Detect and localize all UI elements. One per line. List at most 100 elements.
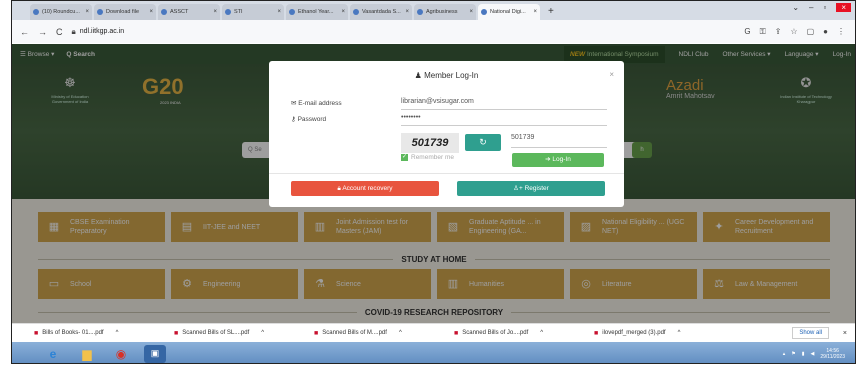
browser-tab[interactable]: (10) Roundcu... ×: [30, 4, 92, 20]
tab-search-icon[interactable]: ⌄: [792, 3, 799, 12]
tab-title: Agribusiness: [426, 9, 458, 15]
forward-icon[interactable]: →: [38, 27, 47, 37]
maximize-icon[interactable]: ▫: [823, 3, 826, 12]
chevron-up-icon[interactable]: ^: [399, 330, 402, 336]
browser-tab[interactable]: Ethanol Year... ×: [286, 4, 348, 20]
modal-divider: [269, 173, 624, 174]
tab-close-icon[interactable]: ×: [85, 9, 89, 15]
download-item[interactable]: ■ Bills of Books- 01....pdf ^: [34, 330, 174, 337]
tab-title: (10) Roundcu...: [42, 9, 80, 15]
download-item[interactable]: ■ Scanned Bills of SL....pdf ^: [174, 330, 314, 337]
chevron-up-icon[interactable]: ^: [261, 330, 264, 336]
back-icon[interactable]: ←: [20, 27, 29, 37]
modal-close-icon[interactable]: ×: [609, 70, 614, 79]
chevron-up-icon[interactable]: ^: [540, 330, 543, 336]
captcha-image: 501739: [401, 133, 459, 153]
show-all-button[interactable]: Show all: [792, 327, 829, 339]
browser-tab[interactable]: Agribusiness ×: [414, 4, 476, 20]
new-tab-icon[interactable]: +: [548, 4, 554, 20]
bookmark-star-icon[interactable]: ☆: [790, 27, 797, 37]
tab-favicon-icon: [225, 9, 231, 15]
network-icon[interactable]: ▮: [802, 351, 805, 357]
system-tray: ▴ ⚑ ▮ ◀ 14:56 29/11/2023: [783, 348, 845, 360]
downloads-bar: ■ Bills of Books- 01....pdf ^ ■ Scanned Bil…: [12, 323, 855, 342]
remember-me-checkbox[interactable]: ✓ Remember me: [401, 154, 454, 161]
tab-close-icon[interactable]: ×: [213, 9, 217, 15]
pdf-icon: ■: [454, 329, 459, 337]
download-filename: Scanned Bills of Jo....pdf: [462, 330, 529, 336]
chrome-icon[interactable]: ◉: [110, 345, 132, 363]
tab-close-icon[interactable]: ×: [149, 9, 153, 15]
checkbox-checked-icon: ✓: [401, 154, 408, 161]
volume-icon[interactable]: ◀: [810, 351, 814, 357]
pdf-icon: ■: [34, 329, 39, 337]
taskbar: e ▆ ◉ ▣ ▴ ⚑ ▮ ◀ 14:56 29/11/2023: [12, 342, 855, 363]
add-user-icon: ♙+: [513, 185, 523, 192]
account-recovery-button[interactable]: 🔒︎ Account recovery: [291, 181, 439, 196]
captcha-refresh-button[interactable]: ↻: [465, 134, 501, 151]
chevron-up-icon[interactable]: ^: [678, 330, 681, 336]
browser-tab[interactable]: STI ×: [222, 4, 284, 20]
file-explorer-icon[interactable]: ▆: [76, 345, 98, 363]
browser-tab[interactable]: ASSCT ×: [158, 4, 220, 20]
pdf-icon: ■: [594, 329, 599, 337]
media-player-icon[interactable]: ▣: [144, 344, 166, 363]
captcha-input[interactable]: 501739: [511, 134, 607, 148]
lock-icon[interactable]: 🔒︎: [72, 27, 76, 37]
email-field[interactable]: librarian@vsisugar.com: [401, 98, 607, 110]
chevron-up-icon[interactable]: ^: [116, 330, 119, 336]
email-label: ✉ E-mail address: [291, 99, 342, 107]
tab-favicon-icon: [97, 9, 103, 15]
clock[interactable]: 14:56 29/11/2023: [820, 348, 845, 360]
browser-tab[interactable]: Download file ×: [94, 4, 156, 20]
password-field[interactable]: ••••••••: [401, 114, 607, 126]
flag-icon[interactable]: ⚑: [791, 351, 795, 357]
sidepanel-icon[interactable]: ▢: [807, 27, 815, 37]
minimize-icon[interactable]: –: [809, 3, 813, 12]
tab-favicon-icon: [289, 9, 295, 15]
key-icon[interactable]: ⚿: [760, 27, 766, 37]
tab-title: National Digi...: [490, 9, 526, 15]
clock-date: 29/11/2023: [820, 353, 845, 360]
password-label: ⚷ Password: [291, 115, 326, 123]
download-filename: ilovepdf_merged (3).pdf: [602, 330, 666, 336]
tab-title: STI: [234, 9, 243, 15]
tab-favicon-icon: [161, 9, 167, 15]
tab-favicon-icon: [33, 9, 39, 15]
tab-favicon-icon: [417, 9, 423, 15]
tab-close-icon[interactable]: ×: [341, 9, 345, 15]
password-label-text: Password: [297, 116, 327, 123]
share-icon[interactable]: ⇪: [775, 27, 782, 37]
internet-explorer-icon[interactable]: e: [42, 345, 64, 363]
window-close-icon[interactable]: ×: [836, 3, 851, 12]
tray-arrow-icon[interactable]: ▴: [783, 351, 786, 357]
tab-close-icon[interactable]: ×: [405, 9, 409, 15]
login-button[interactable]: ➔ Log-In: [512, 153, 604, 167]
register-label: Register: [524, 185, 549, 192]
modal-title-text: Member Log-In: [424, 71, 479, 80]
tab-close-icon[interactable]: ×: [533, 9, 537, 15]
profile-icon[interactable]: ●: [823, 27, 828, 37]
pdf-icon: ■: [174, 329, 179, 337]
recovery-label: Account recovery: [342, 185, 393, 192]
download-filename: Scanned Bills of M....pdf: [322, 330, 387, 336]
download-filename: Bills of Books- 01....pdf: [42, 330, 104, 336]
tab-title: Download file: [106, 9, 140, 15]
url-field[interactable]: ndl.iitkgp.ac.in: [80, 28, 124, 35]
google-icon[interactable]: G: [744, 27, 750, 37]
download-item[interactable]: ■ Scanned Bills of M....pdf ^: [314, 330, 454, 337]
tab-title: Ethanol Year...: [298, 9, 334, 15]
download-item[interactable]: ■ ilovepdf_merged (3).pdf ^: [594, 330, 734, 337]
tab-close-icon[interactable]: ×: [469, 9, 473, 15]
menu-kebab-icon[interactable]: ⋮: [837, 27, 845, 37]
reload-icon[interactable]: C: [56, 27, 63, 37]
browser-tab-active[interactable]: National Digi... ×: [478, 4, 540, 20]
download-item[interactable]: ■ Scanned Bills of Jo....pdf ^: [454, 330, 594, 337]
tab-title: Vasantdada S...: [362, 9, 401, 15]
window-controls: ⌄ – ▫ ×: [792, 3, 851, 12]
register-button[interactable]: ♙+ Register: [457, 181, 605, 196]
browser-tab[interactable]: Vasantdada S... ×: [350, 4, 412, 20]
downloads-close-icon[interactable]: ×: [843, 330, 847, 337]
tab-close-icon[interactable]: ×: [277, 9, 281, 15]
user-icon: ♟: [414, 71, 422, 80]
